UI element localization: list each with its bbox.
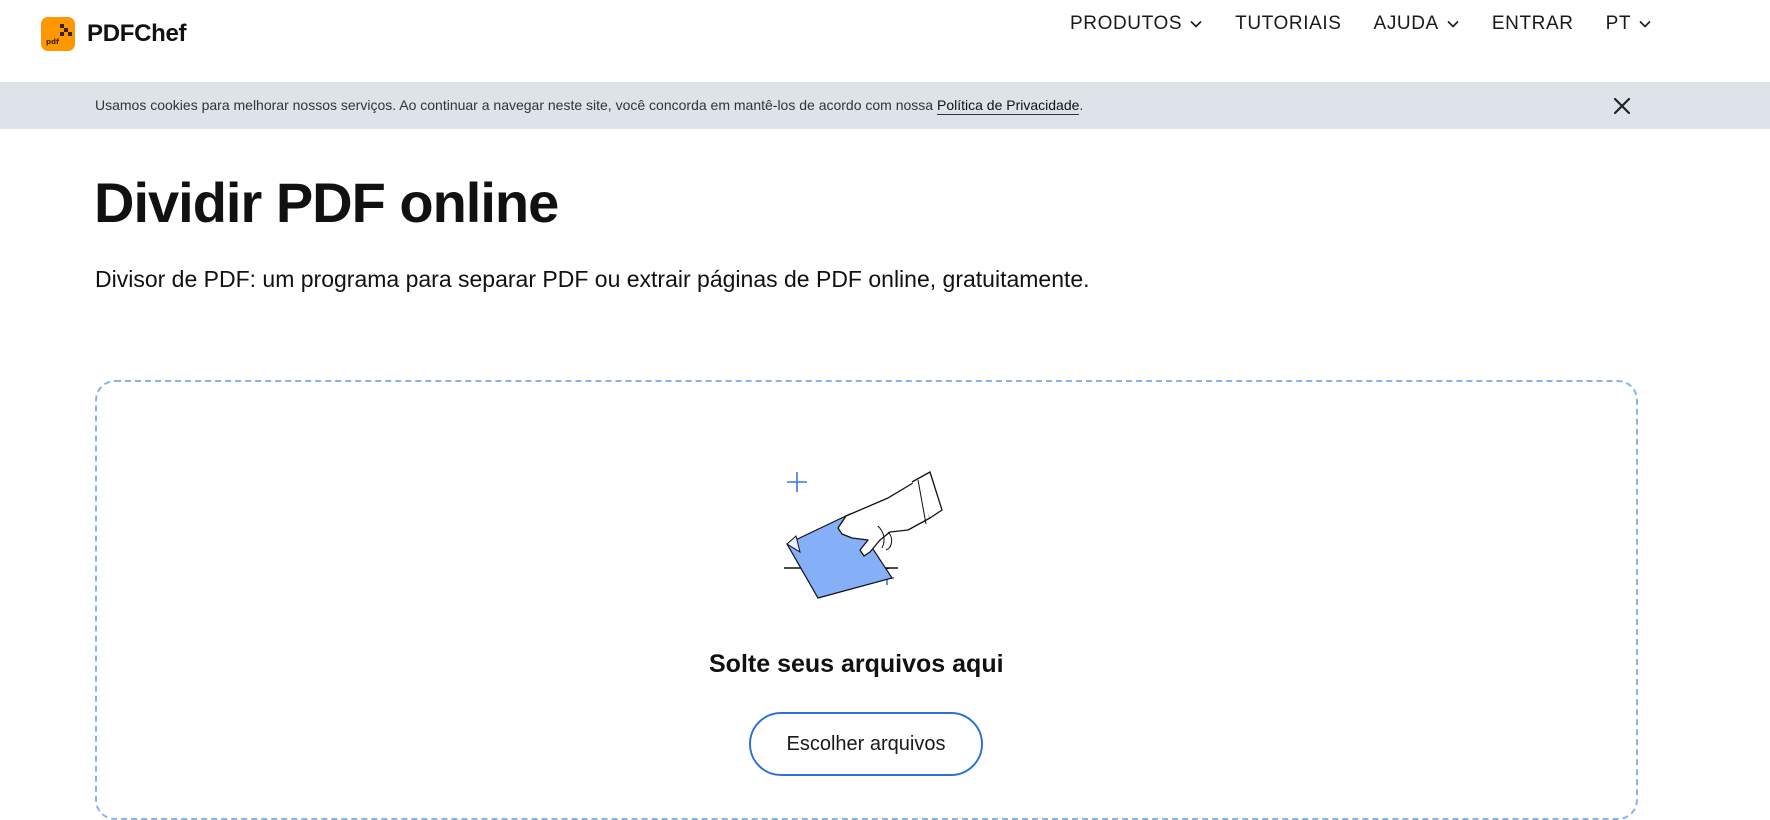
page-title: Dividir PDF online — [94, 171, 559, 234]
brand-name: PDFChef — [87, 20, 187, 47]
cookie-banner: Usamos cookies para melhorar nossos serv… — [0, 82, 1770, 129]
chevron-down-icon — [1190, 20, 1202, 28]
hand-dropping-file-icon — [784, 471, 943, 599]
nav-ajuda-label: AJUDA — [1373, 13, 1439, 34]
choose-files-button[interactable]: Escolher arquivos — [749, 712, 983, 776]
nav-ajuda[interactable]: AJUDA — [1374, 13, 1460, 35]
nav-produtos[interactable]: PRODUTOS — [1070, 13, 1203, 35]
nav-tutoriais[interactable]: TUTORIAIS — [1235, 13, 1341, 35]
chevron-down-icon — [1447, 20, 1459, 28]
page-subtitle: Divisor de PDF: um programa para separar… — [95, 266, 1090, 292]
logo-link[interactable]: pdf PDFChef — [41, 17, 187, 51]
language-label: PT — [1605, 13, 1632, 34]
close-icon[interactable] — [1611, 95, 1633, 117]
pdfchef-logo-icon: pdf — [41, 17, 75, 51]
site-header: pdf PDFChef PRODUTOS TUTORIAIS AJUDA ENT… — [0, 0, 1770, 82]
main-nav: PRODUTOS TUTORIAIS AJUDA ENTRAR PT — [1070, 12, 1652, 36]
logo-mark-text: pdf — [46, 38, 60, 46]
nav-produtos-label: PRODUTOS — [1070, 13, 1183, 34]
nav-tutoriais-label: TUTORIAIS — [1235, 13, 1342, 34]
chevron-down-icon — [1639, 20, 1651, 28]
nav-entrar[interactable]: ENTRAR — [1492, 13, 1574, 35]
cookie-trailing: . — [1079, 97, 1084, 113]
drop-label: Solte seus arquivos aqui — [709, 650, 1004, 678]
language-selector[interactable]: PT — [1606, 13, 1652, 35]
privacy-policy-link[interactable]: Política de Privacidade — [936, 97, 1080, 115]
nav-entrar-label: ENTRAR — [1491, 13, 1574, 34]
cookie-text: Usamos cookies para melhorar nossos serv… — [95, 97, 937, 113]
cookie-message: Usamos cookies para melhorar nossos serv… — [95, 97, 1084, 115]
